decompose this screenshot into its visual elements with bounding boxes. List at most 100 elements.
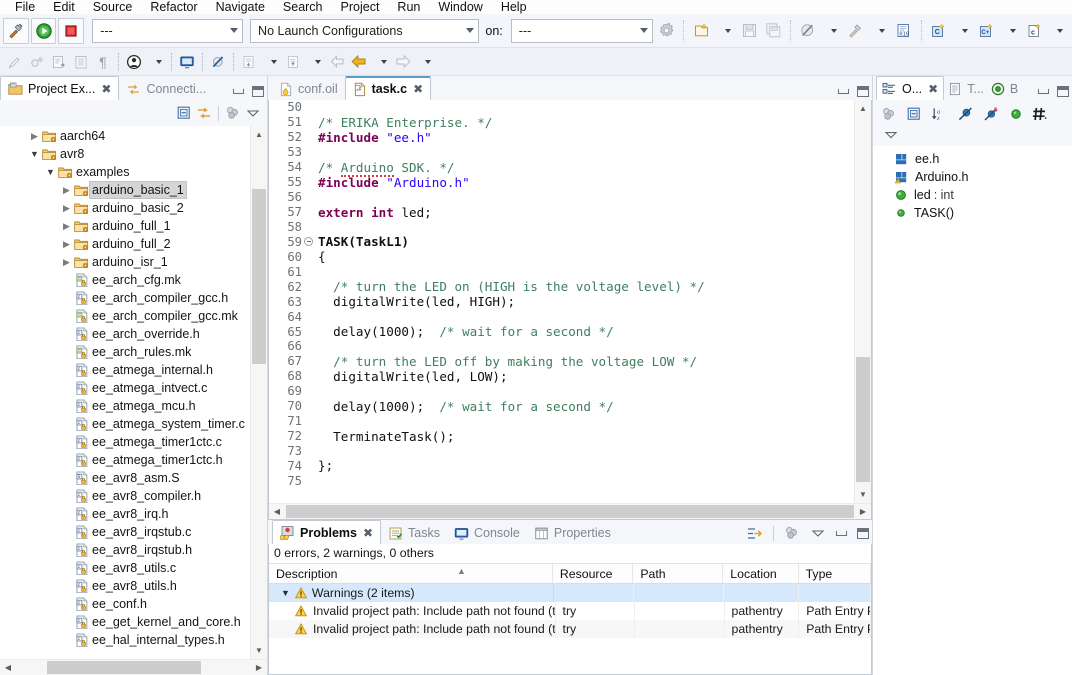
tree-folder-aarch64[interactable]: ▶ aarch64 xyxy=(0,127,249,145)
code-line[interactable]: 57 extern int led; xyxy=(269,205,853,220)
outline-items[interactable]: ee.h! Arduino.h led : int TASK() xyxy=(873,146,1072,675)
tree-file-ee_get_kernel_and_core.h[interactable]: c ee_get_kernel_and_core.h xyxy=(0,613,249,631)
outline-item-ee-h[interactable]: ee.h xyxy=(873,150,1072,168)
tree-file-ee_hal_internal_types.h[interactable]: c ee_hal_internal_types.h xyxy=(0,631,249,649)
save-button[interactable] xyxy=(738,18,760,44)
filters-icon[interactable] xyxy=(784,525,800,541)
code-line[interactable]: 70 delay(1000); /* wait for a second */ xyxy=(269,399,853,414)
launch-settings-gear-button[interactable] xyxy=(655,18,677,44)
code-line[interactable]: 69 xyxy=(269,384,853,399)
tree-file-ee_avr8_utils.c[interactable]: c ee_avr8_utils.c xyxy=(0,559,249,577)
code-line[interactable]: 73 xyxy=(269,444,853,459)
code-line[interactable]: 62 /* turn the LED on (HIGH is the volta… xyxy=(269,279,853,294)
tree-file-ee_atmega_mcu.h[interactable]: c ee_atmega_mcu.h xyxy=(0,397,249,415)
minimize-button[interactable] xyxy=(1038,89,1049,94)
tree-file-ee_arch_compiler_gcc.h[interactable]: c ee_arch_compiler_gcc.h xyxy=(0,289,249,307)
menu-navigate[interactable]: Navigate xyxy=(207,0,274,14)
tree-file-ee_avr8_compiler.h[interactable]: c ee_avr8_compiler.h xyxy=(0,487,249,505)
new-wizard-button[interactable] xyxy=(690,18,712,44)
column-header-location[interactable]: Location xyxy=(723,564,799,583)
chevron-down-icon[interactable]: ▼ xyxy=(281,588,290,598)
code-editor[interactable]: 50 51 /* ERIKA Enterprise. */ 52 #include "e… xyxy=(268,100,872,520)
vscroll-thumb[interactable] xyxy=(856,357,870,482)
problems-row[interactable]: Invalid project path: Include path not f… xyxy=(269,620,871,638)
tab-tasks[interactable]: Tasks xyxy=(381,522,447,544)
code-line[interactable]: 68 digitalWrite(led, LOW); xyxy=(269,369,853,384)
code-line[interactable]: 54 /* Arduino SDK. */ xyxy=(269,159,853,177)
tree-folder-arduino_full_1[interactable]: ▶ arduino_full_1 xyxy=(0,217,249,235)
code-line[interactable]: 63 digitalWrite(led, HIGH); xyxy=(269,294,853,309)
tab-conf-oil[interactable]: conf.oil xyxy=(272,78,345,100)
tree-file-ee_atmega_system_timer.c[interactable]: c ee_atmega_system_timer.c xyxy=(0,415,249,433)
chevron-right-icon[interactable]: ▶ xyxy=(60,185,73,196)
user-person-icon[interactable] xyxy=(123,51,145,73)
new-c-project-button[interactable]: C xyxy=(928,18,950,44)
code-line[interactable]: 74}; xyxy=(269,458,853,473)
tree-folder-examples[interactable]: ▼ examples xyxy=(0,163,249,181)
tree-folder-arduino_basic_2[interactable]: ▶ arduino_basic_2 xyxy=(0,199,249,217)
tree-folder-arduino_isr_1[interactable]: ▶ arduino_isr_1 xyxy=(0,253,249,271)
fold-collapse-icon[interactable] xyxy=(303,237,314,247)
tab-connections[interactable]: Connecti... xyxy=(119,78,213,100)
scroll-down-arrow[interactable]: ▼ xyxy=(251,642,267,659)
pilcrow-icon[interactable]: ¶ xyxy=(92,51,114,73)
code-line[interactable]: 51 /* ERIKA Enterprise. */ xyxy=(269,115,853,130)
outline-item-task--[interactable]: TASK() xyxy=(873,204,1072,222)
sort-az-icon[interactable]: az xyxy=(931,106,948,122)
maximize-button[interactable] xyxy=(1057,86,1069,97)
chevron-right-icon[interactable]: ▶ xyxy=(60,239,73,250)
problems-group-row[interactable]: ▼ Warnings (2 items) xyxy=(269,584,871,602)
tree-file-ee_avr8_utils.h[interactable]: c ee_avr8_utils.h xyxy=(0,577,249,595)
skip-breakpoints-button[interactable] xyxy=(797,18,819,44)
close-icon[interactable]: ✖ xyxy=(413,82,423,96)
code-line[interactable]: 75 xyxy=(269,473,853,488)
new-annotation-icon[interactable] xyxy=(26,51,48,73)
run-button[interactable] xyxy=(30,17,57,44)
menu-help[interactable]: Help xyxy=(492,0,536,14)
code-line[interactable]: 60 { xyxy=(269,249,853,264)
view-menu-icon[interactable] xyxy=(883,130,899,140)
project-explorer-vscrollbar[interactable]: ▲ ▼ xyxy=(250,126,267,659)
new-c-project-dropdown[interactable] xyxy=(951,18,973,44)
code-line[interactable]: 65 delay(1000); /* wait for a second */ xyxy=(269,324,853,339)
save-all-button[interactable] xyxy=(762,18,784,44)
collapse-all-icon[interactable] xyxy=(176,105,192,121)
chevron-right-icon[interactable]: ▶ xyxy=(60,221,73,232)
editor-hscrollbar[interactable]: ◀ ▶ xyxy=(269,503,871,519)
code-line[interactable]: 66 xyxy=(269,339,853,354)
close-icon[interactable]: ✖ xyxy=(101,82,111,96)
hide-fields-icon[interactable] xyxy=(957,106,974,122)
previous-annotation-dropdown[interactable] xyxy=(260,51,282,73)
menu-window[interactable]: Window xyxy=(429,0,491,14)
new-wizard-dropdown[interactable] xyxy=(714,18,736,44)
hide-nonpublic-icon[interactable] xyxy=(1009,107,1023,121)
column-header-resource[interactable]: Resource xyxy=(553,564,634,583)
scroll-down-arrow[interactable]: ▼ xyxy=(855,486,871,503)
code-line[interactable]: 56 xyxy=(269,190,853,205)
code-text[interactable]: 50 51 /* ERIKA Enterprise. */ 52 #include "e… xyxy=(269,100,853,503)
scroll-up-arrow[interactable]: ▲ xyxy=(251,126,267,143)
maximize-button[interactable] xyxy=(857,86,869,97)
next-annotation-icon[interactable] xyxy=(282,51,304,73)
hide-static-icon[interactable]: S xyxy=(983,106,1000,122)
tab-tasklist[interactable]: T... xyxy=(944,78,988,100)
scroll-right-arrow[interactable]: ▶ xyxy=(855,504,871,519)
back-arrow-icon[interactable] xyxy=(326,51,348,73)
launch-configuration-combo[interactable]: No Launch Configurations xyxy=(250,18,480,43)
tab-console[interactable]: Console xyxy=(447,522,527,544)
maximize-button[interactable] xyxy=(857,527,869,539)
chevron-right-icon[interactable]: ▶ xyxy=(60,203,73,214)
editor-vscrollbar[interactable]: ▲ ▼ xyxy=(854,100,871,503)
code-line[interactable]: 50 xyxy=(269,100,853,115)
skip-all-breakpoints-icon[interactable] xyxy=(207,51,229,73)
focus-active-task-icon[interactable] xyxy=(881,106,897,122)
new-cpp-project-button[interactable]: C+ xyxy=(975,18,997,44)
skip-breakpoints-dropdown[interactable] xyxy=(821,18,843,44)
new-c-file-dropdown[interactable] xyxy=(1047,18,1069,44)
tab-outline[interactable]: O... ✖ xyxy=(876,76,945,100)
marker-pen-icon[interactable] xyxy=(4,51,26,73)
scroll-right-arrow[interactable]: ▶ xyxy=(251,660,267,675)
build-all-button[interactable] xyxy=(845,18,867,44)
tree-file-ee_arch_compiler_gcc.mk[interactable]: ee_arch_compiler_gcc.mk xyxy=(0,307,249,325)
previous-edit-dropdown[interactable] xyxy=(370,51,392,73)
